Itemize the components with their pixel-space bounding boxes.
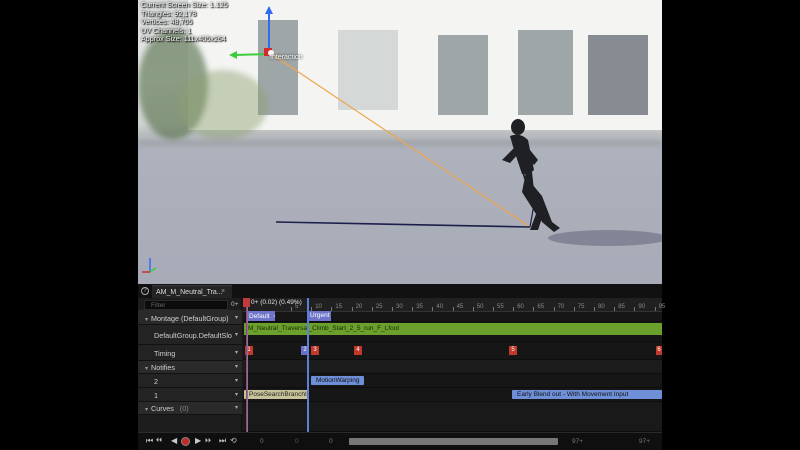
notify-label: PoseSearchBranchI	[249, 391, 307, 398]
letterbox-left	[0, 0, 138, 450]
section-label: Urgent	[310, 312, 330, 319]
dropdown-icon[interactable]: ▾	[235, 363, 238, 370]
collapse-arrow-icon[interactable]: ▾	[145, 407, 148, 413]
dropdown-icon[interactable]: ▾	[235, 349, 238, 356]
timing-marker[interactable]: 6	[656, 346, 662, 355]
character-shadow	[548, 230, 662, 246]
track-list: Filter 0+ ▾ Montage (DefaultGroup) ▾ Defa…	[138, 298, 242, 432]
step-forward-button[interactable]: ⏵⏵	[205, 438, 211, 445]
gizmo-arrow-z	[265, 6, 273, 14]
track-row-curves[interactable]: ▾ Curves (0) ▾	[138, 402, 242, 415]
lane-notifies	[243, 360, 662, 374]
notify-label: Early Blend out - With Movement Input	[517, 391, 629, 398]
add-track-button[interactable]: 0+	[231, 301, 238, 308]
step-back-button[interactable]: ⏴⏴	[156, 438, 162, 445]
dropdown-icon[interactable]: ▾	[235, 314, 238, 321]
section-default[interactable]: Default ➔	[246, 311, 275, 321]
lane-montage: Default ➔ Urgent	[243, 310, 662, 322]
track-label: DefaultGroup.DefaultSlo	[154, 331, 232, 340]
current-frame-field[interactable]: 0	[329, 438, 333, 445]
dropdown-icon[interactable]: ▾	[235, 331, 238, 338]
gizmo-label: Interaction	[270, 54, 303, 61]
to-end-button[interactable]: ⏭	[219, 436, 226, 446]
dropdown-icon[interactable]: ▾	[235, 391, 238, 398]
playback-start-field[interactable]: 0	[295, 438, 299, 445]
playhead[interactable]	[246, 298, 247, 432]
ground-line	[275, 221, 531, 228]
timing-marker[interactable]: 5	[509, 346, 517, 355]
tab-label: AM_M_Neutral_Tra...	[156, 289, 223, 296]
viewport-stats: Current Screen Size: 1.125 Triangles: 92…	[141, 0, 228, 44]
notify-motion-warping[interactable]: MotionWarping	[311, 376, 365, 385]
letterbox-right	[662, 0, 800, 450]
section-urgent[interactable]: Urgent	[307, 311, 331, 321]
track-label: Montage (DefaultGroup)	[151, 314, 229, 323]
dropdown-icon[interactable]: ▾	[235, 377, 238, 384]
timing-marker[interactable]: 3	[311, 346, 319, 355]
play-reverse-button[interactable]: ◀	[171, 436, 177, 445]
track-row-notify-2[interactable]: 2 ▾	[138, 374, 242, 388]
timeline-area[interactable]: 0+ (0.02) (0.49%) 5 10 15 20 25 30 35 40 45 50 55 6…	[243, 298, 665, 432]
lane-notify-1: PoseSearchBranchI Early Blend out - With…	[243, 388, 662, 402]
notify-early-blend-out[interactable]: Early Blend out - With Movement Input	[512, 390, 662, 399]
view-end-field[interactable]: 97+	[639, 438, 650, 445]
help-icon[interactable]: ?	[141, 287, 149, 295]
editor-tab-bar: ? AM_M_Neutral_Tra... ×	[138, 284, 662, 298]
record-button[interactable]	[181, 437, 190, 446]
axis-indicator-y	[149, 267, 157, 273]
dropdown-icon[interactable]: ▾	[235, 404, 238, 411]
track-row-slot[interactable]: DefaultGroup.DefaultSlo ▾	[138, 325, 242, 345]
notify-pose-search[interactable]: PoseSearchBranchI	[244, 390, 308, 399]
tab-close-icon[interactable]: ×	[221, 288, 225, 295]
3d-viewport[interactable]: Current Screen Size: 1.125 Triangles: 92…	[138, 0, 662, 284]
lane-slot: M_Neutral_Traversal_Climb_Start_2_5_run_…	[243, 322, 662, 342]
play-button[interactable]: ▶	[195, 436, 201, 445]
stat-approx-size: Approx Size: 111x405x264	[141, 34, 226, 44]
collapse-arrow-icon[interactable]: ▾	[145, 366, 148, 372]
lane-curves	[243, 402, 662, 432]
to-start-button[interactable]: ⏮	[146, 436, 153, 446]
track-label: Timing	[154, 349, 176, 358]
timing-marker[interactable]: 4	[354, 346, 362, 355]
track-row-notifies[interactable]: ▾ Notifies ▾	[138, 361, 242, 374]
notify-label: MotionWarping	[316, 377, 360, 384]
track-filter-input[interactable]: Filter	[144, 300, 228, 310]
gizmo-axis-y	[234, 53, 270, 56]
loop-button[interactable]: ⟲	[230, 436, 237, 445]
montage-editor: ? AM_M_Neutral_Tra... × Filter 0+ ▾ Monta…	[138, 284, 665, 450]
playback-end-field[interactable]: 97+	[572, 438, 583, 445]
tab-montage-asset[interactable]: AM_M_Neutral_Tra...	[152, 285, 232, 298]
track-row-timing[interactable]: Timing ▾	[138, 345, 242, 361]
curves-count: (0)	[179, 404, 189, 413]
section-label: Default	[249, 313, 270, 320]
timeline-scrollbar[interactable]	[349, 438, 558, 445]
view-start-field[interactable]: 0	[260, 438, 264, 445]
section-marker-line	[307, 298, 309, 432]
track-row-montage[interactable]: ▾ Montage (DefaultGroup) ▾	[138, 310, 242, 325]
character-mannequin	[502, 119, 560, 232]
track-label: Notifies	[151, 363, 175, 372]
track-label: 2	[154, 377, 158, 386]
track-row-notify-1[interactable]: 1 ▾	[138, 388, 242, 402]
trace-line	[269, 52, 531, 228]
lane-timing: 1 2 3 4 5 6	[243, 342, 662, 360]
playhead-handle[interactable]	[243, 298, 250, 307]
collapse-arrow-icon[interactable]: ▾	[145, 317, 148, 323]
gizmo-arrow-y	[229, 51, 237, 59]
transport-bar: ⏮ ⏴⏴ ◀ ▶ ⏵⏵ ⏭ ⟲ 0 0 0 97+ 97+	[138, 432, 662, 450]
segment-label: M_Neutral_Traversal_Climb_Start_2_5_run_…	[248, 325, 400, 332]
track-label: 1	[154, 391, 158, 400]
lane-notify-2: MotionWarping	[243, 374, 662, 388]
track-label: Curves	[151, 404, 174, 413]
arrow-right-icon: ➔	[273, 313, 275, 320]
screen-root: Current Screen Size: 1.125 Triangles: 92…	[0, 0, 800, 450]
